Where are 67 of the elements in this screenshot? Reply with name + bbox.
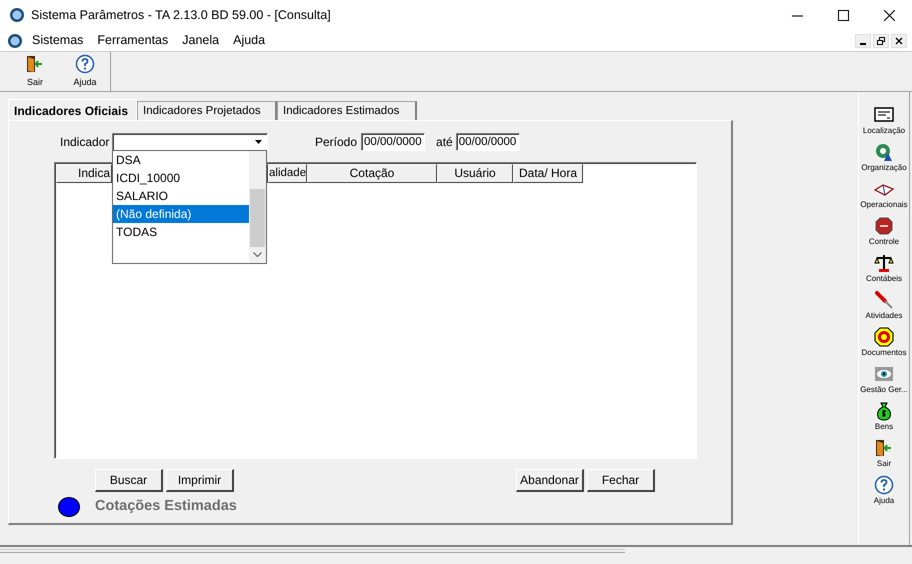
column-header: Indica bbox=[56, 164, 112, 183]
tab[interactable]: Indicadores Projetados bbox=[137, 101, 277, 120]
close-icon bbox=[895, 36, 903, 44]
scrollbar[interactable] bbox=[249, 151, 266, 263]
dropdown-item[interactable]: DSA bbox=[113, 151, 249, 169]
restore-icon bbox=[877, 36, 885, 44]
money-bag-icon bbox=[875, 401, 893, 421]
scroll-down-icon[interactable] bbox=[253, 252, 262, 258]
app-icon bbox=[9, 7, 25, 23]
menu-item[interactable]: Ajuda bbox=[226, 31, 272, 50]
dropdown-arrow-icon bbox=[255, 140, 262, 144]
column-header: Usuário bbox=[437, 164, 513, 183]
maximize-icon bbox=[838, 10, 848, 20]
sidebar-item[interactable]: Sair bbox=[876, 458, 892, 470]
tab[interactable]: Indicadores Oficiais bbox=[8, 99, 137, 120]
sidebar-item[interactable]: Operacionais bbox=[860, 199, 908, 211]
stop-sign-icon bbox=[875, 216, 893, 236]
legend-label: Cotações Estimadas bbox=[95, 497, 237, 516]
ate-label: até bbox=[436, 134, 453, 150]
date-field[interactable]: 00/00/0000 bbox=[456, 132, 520, 150]
sidebar-item[interactable]: Documentos bbox=[862, 347, 906, 359]
tab[interactable]: Indicadores Estimados bbox=[277, 101, 417, 120]
door-icon bbox=[874, 438, 894, 458]
help-icon bbox=[75, 54, 95, 74]
toolbar-label[interactable]: Sair bbox=[26, 76, 43, 90]
minimize-icon bbox=[860, 42, 866, 44]
target-icon bbox=[874, 327, 894, 347]
action-button[interactable]: Abandonar bbox=[516, 469, 584, 492]
door-icon bbox=[25, 54, 45, 74]
screwdriver-icon bbox=[874, 290, 894, 310]
column-header: Data/ Hora bbox=[513, 164, 583, 183]
scale-icon bbox=[874, 253, 894, 273]
eye-icon bbox=[874, 364, 894, 384]
window-title: Sistema Parâmetros - TA 2.13.0 BD 59.00 - [Consulta] bbox=[31, 6, 331, 24]
dropdown-item[interactable]: ICDI_10000 bbox=[113, 169, 249, 187]
sidebar-item[interactable]: Localização bbox=[862, 125, 906, 137]
close-icon bbox=[884, 10, 894, 20]
card-icon bbox=[874, 105, 894, 125]
restore-button[interactable] bbox=[873, 34, 889, 48]
sidebar-item[interactable]: Atividades bbox=[866, 310, 902, 322]
menu-item[interactable]: Janela bbox=[175, 31, 226, 50]
action-button[interactable]: Imprimir bbox=[166, 469, 234, 492]
minimize-button[interactable] bbox=[855, 34, 871, 48]
action-button[interactable]: Buscar bbox=[95, 469, 163, 492]
globe-icon bbox=[874, 142, 894, 162]
menu-item[interactable]: Sistemas bbox=[25, 31, 90, 50]
dropdown-item[interactable]: SALARIO bbox=[113, 187, 249, 205]
periodo-label: Período bbox=[315, 134, 358, 150]
help-icon bbox=[874, 475, 894, 495]
sidebar-item[interactable]: Organização bbox=[861, 162, 907, 174]
sidebar-item[interactable]: Contábeis bbox=[866, 273, 902, 285]
menu-item[interactable]: Ferramentas bbox=[90, 31, 176, 50]
dropdown-item[interactable]: (Não definida) bbox=[113, 205, 249, 223]
action-button[interactable]: Fechar bbox=[587, 469, 655, 492]
app-icon bbox=[7, 32, 23, 48]
toolbar-label[interactable]: Ajuda bbox=[73, 76, 97, 90]
column-header: alidade bbox=[268, 164, 307, 183]
close-button[interactable] bbox=[891, 34, 907, 48]
column-header: Cotação bbox=[307, 164, 437, 183]
sidebar-item[interactable]: Controle bbox=[868, 236, 900, 248]
sidebar-item[interactable]: Gestão Ger... bbox=[860, 384, 908, 396]
sidebar-item[interactable]: Ajuda bbox=[874, 495, 894, 507]
indicador-combo[interactable] bbox=[112, 132, 268, 150]
date-field[interactable]: 00/00/0000 bbox=[361, 132, 426, 150]
indicador-label: Indicador bbox=[60, 134, 110, 150]
sidebar-item[interactable]: Bens bbox=[874, 421, 894, 433]
dropdown-item[interactable]: TODAS bbox=[113, 223, 249, 241]
